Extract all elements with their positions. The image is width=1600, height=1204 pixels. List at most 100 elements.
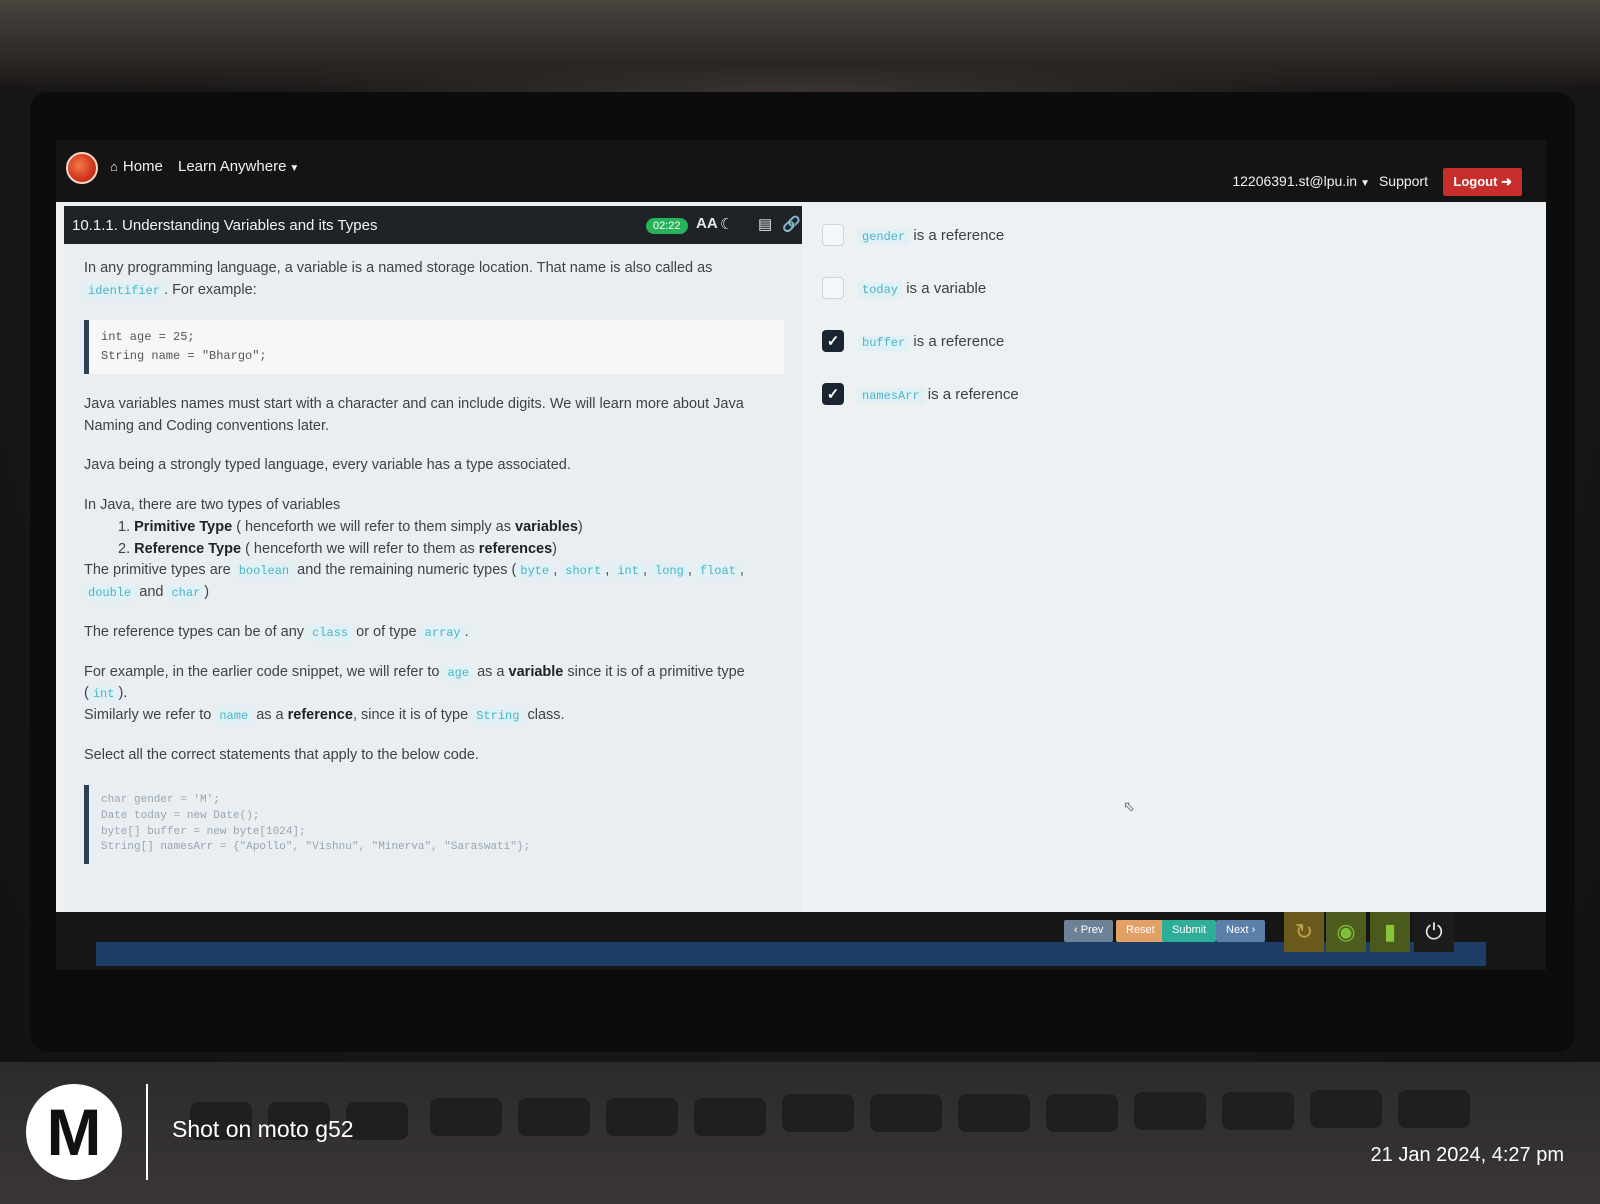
keyboard-key xyxy=(346,1102,408,1140)
logout-label: Logout xyxy=(1453,174,1498,189)
select-instruction: Select all the correct statements that a… xyxy=(84,746,479,763)
answer-panel: gender is a reference today is a variabl… xyxy=(808,206,1546,922)
ref-mid: or of type xyxy=(356,623,417,640)
lesson-body: In any programming language, a variable … xyxy=(64,244,802,865)
chevron-down-icon: ▼ xyxy=(1360,178,1370,189)
code-long: long xyxy=(651,563,688,580)
similarly-since: , since it is of type xyxy=(352,707,469,724)
checkbox-checked[interactable]: ✓ xyxy=(822,330,844,352)
similarly-reference: reference xyxy=(287,707,353,724)
keyboard-key xyxy=(518,1098,590,1136)
types-list: 1. Primitive Type ( henceforth we will r… xyxy=(118,517,786,561)
support-link[interactable]: Support xyxy=(1379,173,1428,189)
code-byte: byte xyxy=(516,563,554,580)
footer-strip xyxy=(96,942,1486,966)
type-name: Primitive Type xyxy=(134,518,233,535)
option-text: is a variable xyxy=(906,279,987,297)
nav-home-link[interactable]: ⌂ Home xyxy=(110,158,163,175)
code-age: age xyxy=(443,664,474,681)
example-since: since it is of a primitive type xyxy=(567,663,745,680)
font-size-icon[interactable]: AA xyxy=(696,215,718,232)
keyboard-key xyxy=(1046,1094,1118,1132)
link-icon[interactable]: 🔗 xyxy=(782,215,801,233)
primitive-paragraph: The primitive types are boolean and the … xyxy=(84,562,744,602)
keyboard-key xyxy=(958,1094,1030,1132)
power-icon[interactable]: ⏻ xyxy=(1414,912,1454,952)
list-item: 1. Primitive Type ( henceforth we will r… xyxy=(118,517,786,539)
code-line: byte[] buffer = new byte[1024]; xyxy=(101,825,306,838)
lpu-logo[interactable] xyxy=(66,152,98,184)
nav-learn-label: Learn Anywhere xyxy=(178,158,287,175)
code-short: short xyxy=(561,563,606,580)
example-paragraph: For example, in the earlier code snippet… xyxy=(84,663,745,725)
laptop-screen: ⌂ Home Learn Anywhere ▼ 12206391.st@lpu.i… xyxy=(56,140,1546,970)
prev-button[interactable]: ‹ Prev xyxy=(1064,920,1114,942)
code-boolean: boolean xyxy=(234,563,294,580)
code-identifier: identifier xyxy=(84,282,165,299)
lesson-header: 10.1.1. Understanding Variables and its … xyxy=(64,206,802,244)
keyboard-key xyxy=(430,1098,502,1136)
option-text: is a reference xyxy=(913,226,1005,244)
layout-icon[interactable]: ▤ xyxy=(758,215,772,233)
question-code-block: char gender = 'M'; Date today = new Date… xyxy=(84,784,784,865)
option-code: gender xyxy=(858,228,910,245)
option-code: buffer xyxy=(858,334,910,351)
primitive-mid: and the remaining numeric types ( xyxy=(297,562,517,579)
similarly-as: as a xyxy=(256,707,284,724)
code-float: float xyxy=(695,563,740,580)
similarly-class: class. xyxy=(527,707,565,724)
option-code: today xyxy=(858,281,903,298)
option-text: is a reference xyxy=(913,332,1005,350)
nav-home-label: Home xyxy=(122,158,163,175)
example-prefix: For example, in the earlier code snippet… xyxy=(84,663,440,680)
option-today[interactable]: today is a variable xyxy=(822,277,986,299)
user-email: 12206391.st@lpu.in xyxy=(1232,173,1358,189)
intro-tail: . For example: xyxy=(164,281,257,298)
motorola-logo: M xyxy=(26,1084,122,1180)
main-content: 10.1.1. Understanding Variables and its … xyxy=(56,202,1546,922)
reset-button[interactable]: Reset xyxy=(1116,920,1165,942)
reference-paragraph: The reference types can be of any class … xyxy=(84,623,469,641)
type-term: references xyxy=(478,540,553,557)
keyboard-key xyxy=(1310,1090,1382,1128)
keyboard-key xyxy=(1398,1090,1470,1128)
checkbox[interactable] xyxy=(822,277,844,299)
checkbox-checked[interactable]: ✓ xyxy=(822,383,844,405)
timer-badge: 02:22 xyxy=(646,218,688,234)
battery-icon[interactable]: ▮ xyxy=(1370,912,1410,952)
checkbox[interactable] xyxy=(822,224,844,246)
code-line: int age = 25; xyxy=(101,329,195,344)
submit-button[interactable]: Submit xyxy=(1162,920,1217,942)
refresh-icon[interactable]: ↻ xyxy=(1284,912,1324,952)
and-word: and xyxy=(139,584,164,601)
home-icon: ⌂ xyxy=(110,159,118,174)
example-variable: variable xyxy=(508,663,564,680)
option-text: is a reference xyxy=(927,385,1019,403)
code-line: String[] namesArr = {"Apollo", "Vishnu",… xyxy=(101,841,531,854)
keyboard-key xyxy=(1134,1092,1206,1130)
user-menu[interactable]: 12206391.st@lpu.in ▼ xyxy=(1232,173,1370,189)
next-button[interactable]: Next › xyxy=(1216,920,1266,942)
keyboard-key xyxy=(606,1098,678,1136)
option-buffer[interactable]: ✓ buffer is a reference xyxy=(822,330,1004,352)
keyboard-key xyxy=(782,1094,854,1132)
code-array: array xyxy=(420,624,465,641)
list-number: 1. xyxy=(118,518,131,535)
mouse-cursor-icon: ⬁ xyxy=(1123,798,1135,814)
wifi-icon[interactable]: ◉ xyxy=(1326,912,1366,952)
nav-learn-anywhere-dropdown[interactable]: Learn Anywhere ▼ xyxy=(178,158,299,175)
keyboard-key xyxy=(1222,1092,1294,1130)
option-namesarr[interactable]: ✓ namesArr is a reference xyxy=(822,383,1019,405)
similarly-prefix: Similarly we refer to xyxy=(84,707,212,724)
chevron-down-icon: ▼ xyxy=(289,163,300,174)
logout-button[interactable]: Logout ➜ xyxy=(1443,168,1522,196)
logout-icon: ➜ xyxy=(1501,174,1512,189)
code-line: char gender = 'M'; xyxy=(101,793,220,806)
dark-mode-icon[interactable]: ☾ xyxy=(720,215,733,233)
code-string: String xyxy=(472,708,524,725)
primitive-prefix: The primitive types are xyxy=(84,562,231,579)
option-gender[interactable]: gender is a reference xyxy=(822,224,1004,246)
list-number: 2. xyxy=(118,540,131,557)
code-double: double xyxy=(84,585,136,602)
ref-prefix: The reference types can be of any xyxy=(84,623,305,640)
